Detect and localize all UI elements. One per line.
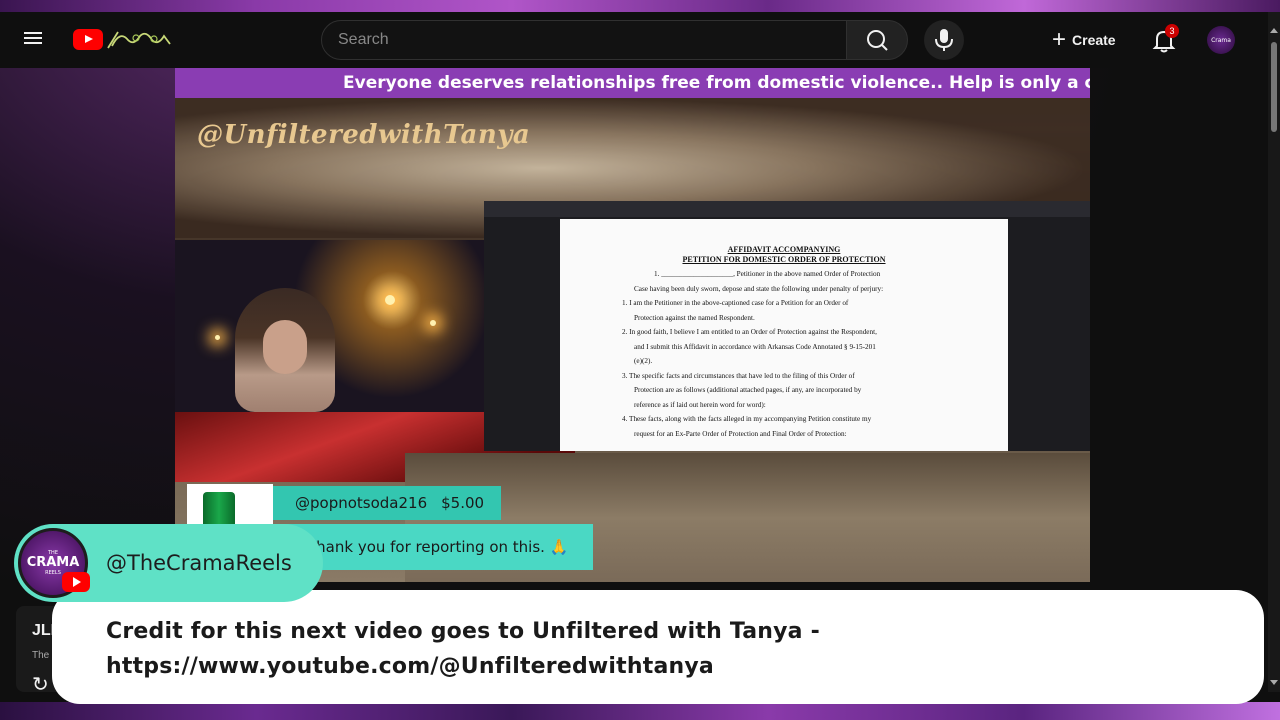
doc-line: reference as if laid out herein word for…: [634, 400, 766, 409]
donation-amount: $5.00: [441, 494, 485, 512]
youtube-mini-icon: [62, 572, 90, 592]
search-button[interactable]: [846, 20, 908, 60]
screen: + Create 3 Crama Everyone deserves relat…: [0, 0, 1280, 720]
scroll-up-arrow-icon[interactable]: [1270, 28, 1278, 33]
streamer-webcam: [175, 240, 485, 412]
donor-name: @popnotsoda216: [295, 494, 428, 512]
doc-line: Case having been duly sworn, depose and …: [634, 284, 884, 293]
candle-light: [215, 335, 220, 340]
doc-line: 4. These facts, along with the facts all…: [622, 415, 872, 423]
notifications-button[interactable]: 3: [1148, 24, 1180, 56]
search-box: [321, 20, 847, 60]
youtube-logo-icon[interactable]: [73, 29, 103, 50]
credit-line-1: Credit for this next video goes to Unfil…: [106, 619, 820, 644]
stream-banner: Everyone deserves relationships free fro…: [175, 68, 1090, 98]
doc-line: Protection are as follows (additional at…: [634, 386, 862, 394]
affidavit-document: AFFIDAVIT ACCOMPANYING PETITION FOR DOME…: [560, 219, 1008, 451]
doc-line: and I submit this Affidavit in accordanc…: [634, 342, 876, 351]
video-subtitle-partial: The: [32, 650, 50, 661]
plus-icon: +: [1052, 26, 1067, 53]
video-player[interactable]: Everyone deserves relationships free fro…: [175, 68, 1090, 582]
scroll-down-arrow-icon[interactable]: [1270, 680, 1278, 685]
doc-line: 1. ____________________, Petitioner in t…: [654, 270, 881, 278]
microphone-icon: [935, 29, 953, 51]
search-icon: [867, 30, 888, 51]
soda-can-icon: [203, 492, 235, 524]
doc-title-line-1: AFFIDAVIT ACCOMPANYING: [727, 245, 841, 254]
create-label: Create: [1072, 32, 1116, 48]
candle-light: [430, 320, 436, 326]
top-glow-decoration: [0, 0, 1280, 12]
credit-line-2: https://www.youtube.com/@Unfilteredwitht…: [106, 654, 714, 679]
doc-line: 1. I am the Petitioner in the above-capt…: [622, 299, 849, 307]
lamp-light: [385, 295, 395, 305]
doc-line: 3. The specific facts and circumstances …: [622, 371, 855, 380]
search-input[interactable]: [322, 21, 846, 59]
create-button[interactable]: + Create: [1044, 22, 1130, 58]
doc-title-line-2: PETITION FOR DOMESTIC ORDER OF PROTECTIO…: [682, 255, 886, 264]
streamer-face: [263, 320, 307, 374]
streamer-handle: @UnfilteredwithTanya: [197, 120, 531, 150]
repeat-icon[interactable]: ↻: [32, 672, 49, 696]
bottom-glow-decoration: [0, 702, 1280, 720]
avatar-text-3: REELS: [45, 570, 61, 576]
channel-handle-card: THE CRAMA REELS @TheCramaReels: [14, 524, 323, 602]
account-avatar[interactable]: Crama: [1207, 26, 1235, 54]
pdf-viewer-toolbar: [484, 201, 1090, 217]
shared-screen: AFFIDAVIT ACCOMPANYING PETITION FOR DOME…: [484, 201, 1090, 451]
doc-line: Protection against the named Respondent.: [634, 313, 755, 322]
scroll-thumb[interactable]: [1271, 42, 1277, 132]
page-scrollbar[interactable]: [1268, 12, 1280, 692]
doc-line: 2. In good faith, I believe I am entitle…: [622, 328, 877, 336]
channel-handle: @TheCramaReels: [106, 551, 292, 575]
menu-icon[interactable]: [24, 29, 46, 51]
doc-line: request for an Ex-Parte Order of Protect…: [634, 429, 847, 438]
credit-text: Credit for this next video goes to Unfil…: [106, 614, 1206, 684]
avatar-text-2: CRAMA: [26, 555, 80, 570]
voice-search-button[interactable]: [924, 20, 964, 60]
notification-badge: 3: [1165, 24, 1179, 38]
credit-card: Credit for this next video goes to Unfil…: [52, 590, 1264, 704]
donation-header: @popnotsoda216 $5.00: [273, 486, 501, 520]
masthead: + Create 3 Crama: [0, 12, 1268, 68]
channel-brand-logo[interactable]: [106, 26, 174, 52]
doc-line: (e)(2).: [634, 357, 653, 365]
